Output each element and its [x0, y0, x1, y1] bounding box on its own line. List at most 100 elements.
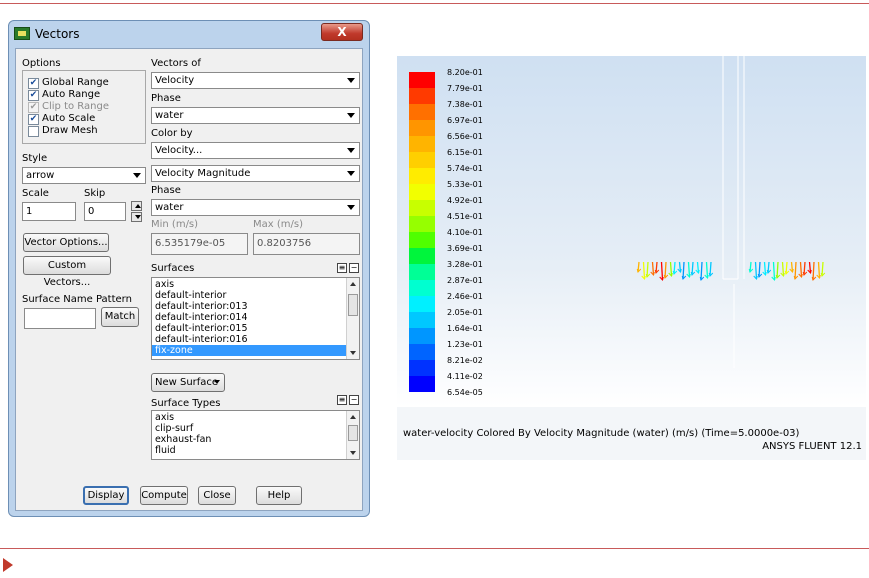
max-label: Max (m/s)	[253, 219, 303, 230]
close-window-button[interactable]: X	[321, 23, 363, 41]
velocity-vector-head	[681, 275, 687, 281]
color-by-select[interactable]: Velocity...	[151, 142, 360, 159]
surfaces-list[interactable]: axis default-interior default-interior:013…	[151, 277, 360, 360]
select-all-types-icon[interactable]: ≡	[337, 395, 347, 405]
velocity-vector-head	[802, 271, 808, 277]
style-select[interactable]: arrow	[22, 167, 146, 184]
velocity-vector-head	[641, 275, 646, 281]
velocity-vector	[655, 261, 658, 274]
option-label: Clip to Range	[42, 101, 109, 112]
slide-marker-icon	[3, 558, 13, 572]
chevron-down-icon	[347, 171, 355, 176]
velocity-vector	[781, 261, 785, 277]
velocity-vector	[669, 261, 673, 277]
velocity-vector	[776, 261, 779, 279]
new-surface-button[interactable]: New Surface	[151, 373, 225, 392]
vectors-of-select[interactable]: Velocity	[151, 72, 360, 89]
compute-button[interactable]: Compute	[140, 486, 188, 505]
velocity-vector-head	[753, 275, 758, 281]
surfaces-list-item[interactable]: default-interior:013	[152, 301, 346, 312]
velocity-vector-head	[663, 274, 669, 280]
surface-types-list-item[interactable]: exhaust-fan	[152, 434, 359, 445]
velocity-vector-head	[789, 268, 794, 274]
vectors-of-label: Vectors of	[151, 58, 201, 69]
scale-label: Scale	[22, 188, 49, 199]
surface-name-pattern-label: Surface Name Pattern	[22, 294, 132, 305]
option-checkbox-draw-mesh[interactable]	[28, 126, 39, 137]
phase-select-2[interactable]: water	[151, 199, 360, 216]
display-button[interactable]: Display	[83, 486, 129, 505]
stepper-up-icon[interactable]	[131, 201, 142, 211]
surfaces-label: Surfaces	[151, 263, 195, 274]
velocity-vector-head	[766, 269, 772, 275]
phase-label-2: Phase	[151, 185, 181, 196]
scale-input[interactable]: 1	[22, 202, 76, 221]
chevron-down-icon	[347, 148, 355, 153]
velocity-vector	[799, 261, 803, 278]
color-by-sub-value: Velocity Magnitude	[155, 168, 251, 179]
velocity-vector-head	[654, 269, 660, 275]
chevron-down-icon	[347, 78, 355, 83]
color-by-label: Color by	[151, 128, 193, 139]
velocity-vector	[808, 261, 812, 274]
velocity-vector-head	[650, 271, 655, 277]
close-button[interactable]: Close	[198, 486, 236, 505]
help-button[interactable]: Help	[256, 486, 302, 505]
skip-stepper[interactable]	[131, 201, 142, 222]
deselect-surfaces-icon[interactable]: −	[349, 263, 359, 273]
custom-vectors-button[interactable]: Custom Vectors...	[23, 256, 111, 288]
max-field: 0.8203756	[253, 233, 360, 255]
vector-options-button[interactable]: Vector Options...	[23, 233, 109, 252]
velocity-vector-head	[690, 271, 696, 277]
velocity-vector	[767, 261, 770, 274]
option-checkbox-auto-scale[interactable]: ✔	[28, 114, 39, 125]
velocity-vector-head	[699, 276, 705, 282]
surfaces-scrollbar[interactable]	[346, 278, 359, 359]
velocity-vector-head	[695, 269, 700, 275]
min-field: 6.535179e-05	[151, 233, 248, 255]
plot-caption-product: ANSYS FLUENT 12.1	[762, 441, 862, 452]
skip-input[interactable]: 0	[84, 202, 126, 221]
surfaces-scroll-thumb[interactable]	[348, 294, 358, 316]
surface-types-scroll-thumb[interactable]	[348, 425, 358, 441]
phase-select-2-value: water	[155, 202, 184, 213]
surfaces-list-item[interactable]: default-interior:015	[152, 323, 346, 334]
velocity-vector	[691, 261, 694, 276]
surface-types-list[interactable]: axis clip-surf exhaust-fan fluid	[151, 410, 360, 460]
surface-types-list-item[interactable]: axis	[152, 412, 359, 423]
deselect-types-icon[interactable]: −	[349, 395, 359, 405]
velocity-vector-head	[811, 276, 817, 282]
velocity-vector-head	[704, 274, 709, 280]
dialog-client-area: Options Style arrow Scale Skip 1 0 Vecto…	[15, 48, 363, 511]
graphics-window[interactable]: 8.20e-01 7.79e-01 7.38e-01 6.97e-01 6.56e-01…	[397, 56, 866, 460]
surfaces-list-item[interactable]: fix-zone	[152, 345, 346, 356]
velocity-vector-head	[780, 272, 785, 278]
surface-types-scrollbar[interactable]	[346, 411, 359, 459]
surface-name-pattern-input[interactable]	[24, 308, 96, 329]
dialog-titlebar[interactable]: Vectors X	[9, 21, 369, 47]
velocity-vector	[772, 261, 776, 281]
surfaces-list-item[interactable]: default-interior:014	[152, 312, 346, 323]
dialog-title: Vectors	[35, 27, 80, 41]
surface-types-list-item[interactable]: clip-surf	[152, 423, 359, 434]
new-surface-label: New Surface	[155, 377, 219, 388]
surfaces-list-item[interactable]: default-interior	[152, 290, 346, 301]
select-all-surfaces-icon[interactable]: ≡	[337, 263, 347, 273]
velocity-vectors-left	[636, 261, 714, 282]
option-label: Auto Scale	[42, 113, 96, 124]
phase-select[interactable]: water	[151, 107, 360, 124]
option-checkbox-global-range[interactable]: ✔	[28, 78, 39, 89]
surfaces-list-item[interactable]: axis	[152, 279, 346, 290]
velocity-vector-head	[793, 275, 799, 281]
surface-types-list-item[interactable]: fluid	[152, 445, 359, 456]
bottom-rule	[0, 548, 869, 549]
match-button[interactable]: Match	[101, 307, 139, 327]
velocity-vector	[651, 261, 655, 276]
velocity-vector	[682, 261, 685, 280]
surfaces-list-item[interactable]: default-interior:016	[152, 334, 346, 345]
velocity-vector-head	[784, 270, 790, 276]
color-by-sub-select[interactable]: Velocity Magnitude	[151, 165, 360, 182]
stepper-down-icon[interactable]	[131, 212, 142, 222]
velocity-vector	[687, 261, 691, 278]
option-checkbox-auto-range[interactable]: ✔	[28, 90, 39, 101]
